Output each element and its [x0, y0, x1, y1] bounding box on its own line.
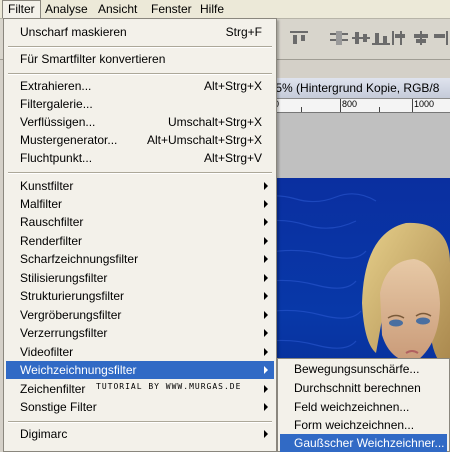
submenu-item-label: Durchschnitt berechnen [294, 381, 421, 395]
horizontal-ruler[interactable]: 600 800 1000 [256, 99, 450, 113]
submenu-arrow-icon [264, 385, 268, 393]
menu-item-extrahieren[interactable]: Extrahieren... Alt+Strg+X [6, 77, 274, 95]
submenu-arrow-icon [264, 274, 268, 282]
menu-item-rauschfilter[interactable]: Rauschfilter [6, 213, 274, 231]
menu-item-sonstige-filter[interactable]: Sonstige Filter [6, 398, 274, 416]
menu-item-kunstfilter[interactable]: Kunstfilter [6, 177, 274, 195]
submenu-item-label: Feld weichzeichnen... [294, 400, 410, 414]
menu-item-label: Fluchtpunkt... [20, 151, 93, 165]
distribute-bottom-icon[interactable] [372, 31, 390, 45]
menu-item-label: Videofilter [20, 345, 74, 359]
menu-item-renderfilter[interactable]: Renderfilter [6, 232, 274, 250]
menu-separator [8, 73, 272, 75]
menu-item-smartfilter[interactable]: Für Smartfilter konvertieren [6, 50, 274, 68]
menu-item-fluchtpunkt[interactable]: Fluchtpunkt... Alt+Strg+V [6, 149, 274, 167]
menu-item-shortcut: Umschalt+Strg+X [167, 115, 262, 129]
menu-item-label: Filtergalerie... [20, 97, 93, 111]
menu-item-label: Rauschfilter [20, 215, 84, 229]
menu-item-shortcut: Alt+Umschalt+Strg+X [146, 133, 262, 147]
menu-separator [8, 46, 272, 48]
align-top-icon[interactable] [290, 31, 308, 45]
document-title-bar[interactable]: ei 25% (Hintergrund Kopie, RGB/8 [256, 78, 450, 99]
menu-item-label: Digimarc [20, 427, 68, 441]
menu-item-videofilter[interactable]: Videofilter [6, 343, 274, 361]
menu-item-label: Renderfilter [20, 234, 83, 248]
submenu-item-feld-weichzeichnen[interactable]: Feld weichzeichnen... [280, 398, 447, 416]
menu-item-shortcut: Alt+Strg+X [203, 79, 262, 93]
submenu-item-label: Bewegungsunschärfe... [294, 362, 420, 376]
menu-item-digimarc[interactable]: Digimarc [6, 425, 274, 443]
submenu-arrow-icon [264, 348, 268, 356]
menu-item-label: Für Smartfilter konvertieren [20, 52, 166, 66]
distribute-left-icon[interactable] [392, 31, 410, 45]
distribute-hcenter-icon[interactable] [412, 31, 430, 45]
ruler-tick [379, 107, 380, 112]
menu-item-shortcut: Alt+Strg+V [203, 151, 262, 165]
ruler-label-800: 800 [342, 99, 358, 109]
submenu-arrow-icon [264, 182, 268, 190]
submenu-arrow-icon [264, 255, 268, 263]
menu-item-mustergenerator[interactable]: Mustergenerator... Alt+Umschalt+Strg+X [6, 131, 274, 149]
menu-item-label: Malfilter [20, 197, 63, 211]
menu-item-stilisierungsfilter[interactable]: Stilisierungsfilter [6, 269, 274, 287]
menu-item-label: Kunstfilter [20, 179, 74, 193]
menu-separator [8, 172, 272, 174]
menu-item-label: Strukturierungsfilter [20, 289, 125, 303]
submenu-item-bewegungsunschaerfe[interactable]: Bewegungsunschärfe... [280, 360, 447, 378]
distribute-top-icon[interactable] [330, 31, 348, 45]
menu-item-label: Sonstige Filter [20, 400, 97, 414]
submenu-item-label: Form weichzeichnen... [294, 418, 415, 432]
menu-item-vergroeberungsfilter[interactable]: Vergröberungsfilter [6, 306, 274, 324]
menu-item-verfluessigen[interactable]: Verflüssigen... Umschalt+Strg+X [6, 113, 274, 131]
menu-item-scharfzeichnungsfilter[interactable]: Scharfzeichnungsfilter [6, 250, 274, 268]
menu-item-label: Zeichenfilter [20, 382, 86, 396]
submenu-item-form-weichzeichnen[interactable]: Form weichzeichnen... [280, 416, 447, 434]
watermark-text: TUTORIAL BY WWW.MURGAS.DE [96, 382, 242, 391]
submenu-item-durchschnitt[interactable]: Durchschnitt berechnen [280, 379, 447, 397]
menu-hilfe[interactable]: Hilfe [195, 0, 229, 18]
submenu-item-gaussscher-weichzeichner[interactable]: Gaußscher Weichzeichner... [280, 434, 447, 452]
weichzeichnungsfilter-submenu: Bewegungsunschärfe... Durchschnitt berec… [277, 358, 450, 452]
document-title: ei 25% (Hintergrund Kopie, RGB/8 [256, 81, 440, 95]
menu-item-label: Weichzeichnungsfilter [20, 363, 137, 377]
menu-item-label: Verzerrungsfilter [20, 326, 108, 340]
menu-item-label: Verflüssigen... [20, 115, 96, 129]
submenu-arrow-icon [264, 200, 268, 208]
submenu-arrow-icon [264, 329, 268, 337]
menu-item-verzerrungsfilter[interactable]: Verzerrungsfilter [6, 324, 274, 342]
submenu-arrow-icon [264, 292, 268, 300]
menu-item-strukturierungsfilter[interactable]: Strukturierungsfilter [6, 287, 274, 305]
ruler-tick [340, 99, 341, 112]
menu-item-label: Mustergenerator... [20, 133, 118, 147]
menu-item-label: Extrahieren... [20, 79, 92, 93]
distribute-right-icon[interactable] [432, 31, 450, 45]
menu-fenster[interactable]: Fenster [146, 0, 197, 18]
menu-item-shortcut: Strg+F [225, 25, 262, 39]
ruler-tick [301, 107, 302, 112]
submenu-arrow-icon [264, 430, 268, 438]
menu-filter[interactable]: Filter [2, 0, 41, 18]
menu-item-label: Unscharf maskieren [20, 25, 127, 39]
menu-item-label: Vergröberungsfilter [20, 308, 122, 322]
submenu-arrow-icon [264, 218, 268, 226]
menu-item-unscharf-maskieren[interactable]: Unscharf maskieren Strg+F [6, 23, 274, 41]
menu-separator [8, 421, 272, 423]
submenu-arrow-icon [264, 366, 268, 374]
menu-item-label: Stilisierungsfilter [20, 271, 108, 285]
submenu-arrow-icon [264, 237, 268, 245]
menu-analyse[interactable]: Analyse [40, 0, 93, 18]
menu-item-weichzeichnungsfilter[interactable]: Weichzeichnungsfilter [6, 361, 274, 379]
menu-ansicht[interactable]: Ansicht [93, 0, 142, 18]
submenu-arrow-icon [264, 311, 268, 319]
menu-item-malfilter[interactable]: Malfilter [6, 195, 274, 213]
distribute-center-icon[interactable] [352, 31, 370, 45]
submenu-arrow-icon [264, 403, 268, 411]
ruler-label-1000: 1000 [414, 99, 435, 109]
menu-bar: Filter Analyse Ansicht Fenster Hilfe [0, 0, 450, 19]
menu-item-label: Scharfzeichnungsfilter [20, 252, 139, 266]
ruler-tick [412, 99, 413, 112]
submenu-item-label: Gaußscher Weichzeichner... [294, 436, 445, 450]
menu-item-filtergalerie[interactable]: Filtergalerie... [6, 95, 274, 113]
